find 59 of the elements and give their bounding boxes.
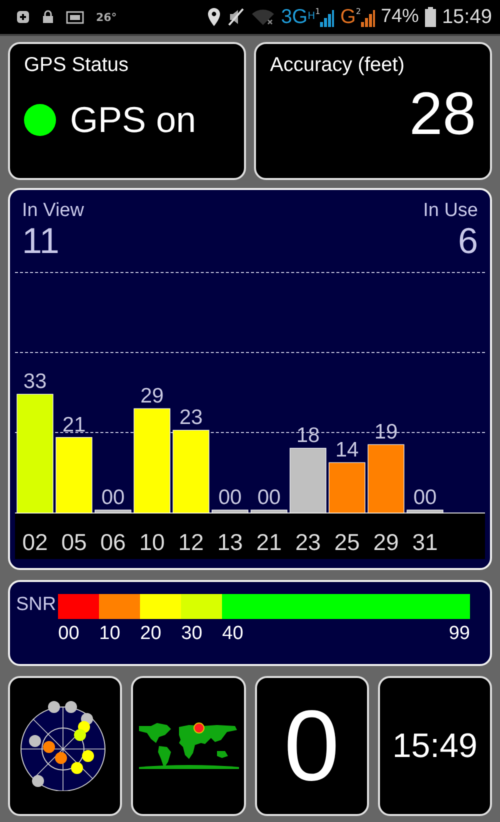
scale-tick-label: 10 [99, 623, 122, 645]
scale-tick-label: 00 [58, 623, 80, 645]
temperature-text: 26° [96, 10, 117, 24]
snr-value-label: 14 [335, 438, 359, 462]
accuracy-value: 28 [409, 79, 476, 148]
satellite-id-label: 10 [139, 529, 165, 555]
location-pin-icon [206, 7, 221, 27]
satellite-id-label: 21 [256, 529, 282, 555]
snr-value-label: 33 [23, 370, 47, 394]
snr-value-label: 00 [413, 486, 437, 509]
snr-value-label: 29 [140, 384, 164, 408]
tool-tile[interactable]: 0 [254, 676, 369, 816]
satellite-id-label: 06 [100, 529, 126, 555]
tool-tile[interactable] [131, 676, 246, 816]
wifi-icon [250, 8, 275, 26]
in-view-count: 11 [22, 222, 60, 260]
satellite-id-label: 25 [334, 529, 360, 555]
gps-status-text: GPS on [70, 99, 196, 141]
snr-value-label: 00 [257, 486, 281, 509]
sim-number-text: 2 [356, 7, 361, 16]
snr-value-label: 19 [374, 420, 398, 444]
satellite-id-label: 12 [178, 529, 204, 555]
snr-value-label: 00 [218, 486, 242, 509]
signal-icon [320, 9, 334, 27]
in-use-label: In Use [423, 200, 478, 222]
snr-value-label: 23 [179, 406, 203, 430]
lock-icon [42, 10, 54, 24]
satellite-id-label: 02 [22, 529, 48, 555]
tool-tile[interactable] [8, 676, 122, 816]
battery-icon [424, 7, 436, 27]
card-title: Accuracy (feet) [270, 54, 406, 77]
tool-tile[interactable]: 15:49 [378, 676, 492, 816]
clock-text: 15:49 [442, 6, 492, 28]
snr-label: SNR [16, 594, 56, 617]
satellite-id-label: 13 [217, 529, 243, 555]
in-view-label: In View [22, 200, 84, 222]
notification-icon [16, 10, 30, 24]
snr-value-label: 18 [296, 424, 320, 448]
in-use-count: 6 [458, 222, 478, 260]
sim-number-text: 1 [315, 7, 320, 16]
satellite-id-label: 05 [61, 529, 87, 555]
scale-tick-label: 30 [181, 623, 204, 645]
battery-percent-text: 74% [380, 6, 419, 28]
snr-value-label: 00 [101, 486, 125, 509]
satellite-id-label: 29 [373, 529, 399, 555]
snr-value-label: 21 [62, 413, 86, 436]
satellite-count-text: 0 [284, 691, 340, 801]
mute-icon [226, 7, 245, 27]
scale-tick-label: 40 [222, 623, 244, 645]
clock-text: 15:49 [392, 726, 478, 766]
scale-tick-label: 20 [140, 623, 162, 645]
network-type-text: G [340, 7, 356, 27]
card-title: GPS Status [24, 54, 130, 77]
satellite-id-label: 23 [295, 529, 321, 555]
network-type-text: 3G [280, 7, 308, 27]
signal-icon [360, 9, 375, 27]
scale-tick-label: 99 [448, 623, 470, 645]
network-sub-text: H [308, 11, 316, 23]
satellite-id-label: 31 [412, 529, 438, 555]
